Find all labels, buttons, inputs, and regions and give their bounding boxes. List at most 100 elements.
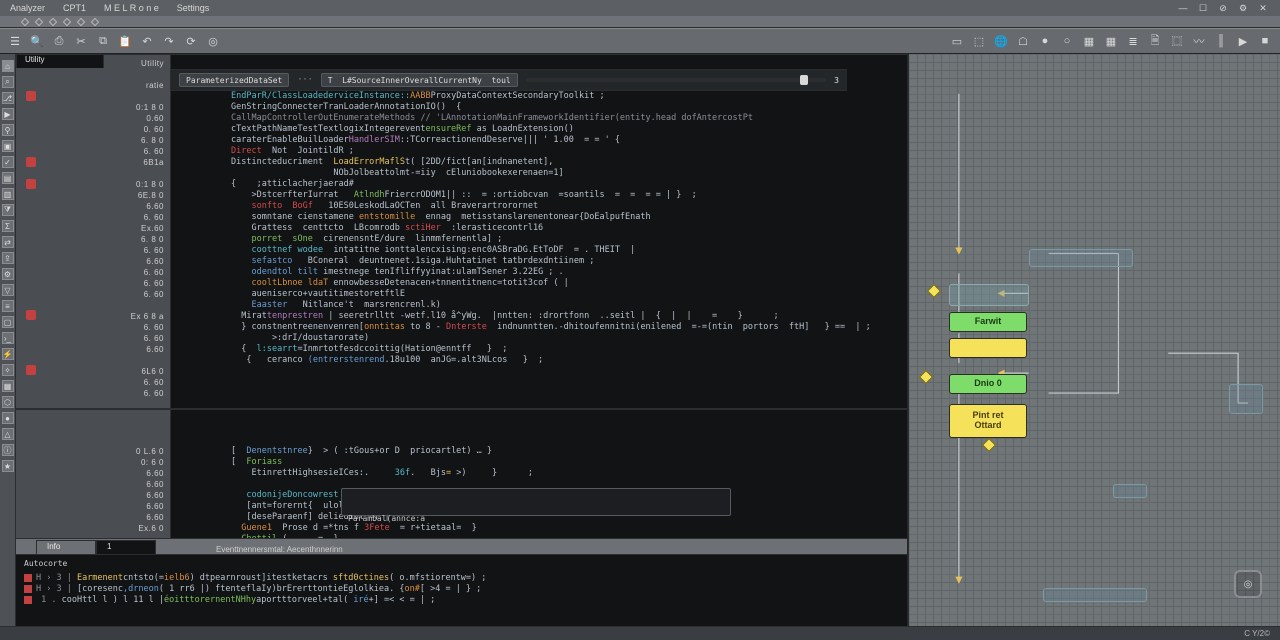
bolt-icon[interactable]: ⚡ (2, 348, 14, 360)
info-icon[interactable]: ⓘ (2, 444, 14, 456)
editor-tab[interactable]: Utility (16, 54, 104, 68)
gutter-mark-icon (26, 354, 36, 364)
warn-icon[interactable]: △ (2, 428, 14, 440)
bell-icon[interactable]: ☖ (1014, 32, 1032, 50)
diff-icon[interactable]: ⇄ (2, 236, 14, 248)
ext-icon[interactable]: ▣ (2, 140, 14, 152)
diagram-node[interactable]: Dnio 0 (949, 374, 1027, 394)
code-area[interactable]: Parambal(annce:a NGlOSE.fr.AflOLJHoerera… (171, 410, 907, 538)
diagram-node[interactable] (949, 338, 1027, 358)
close-icon[interactable]: ✕ (1256, 3, 1270, 13)
columns-icon[interactable]: ║ (1212, 32, 1230, 50)
diagram-canvas[interactable]: Farwit Dnio 0 Pint ret Ottard ◎ (908, 54, 1280, 626)
panel-tab-output[interactable]: 1 (96, 540, 156, 554)
wand-icon[interactable]: ✧ (2, 364, 14, 376)
breadcrumb-bar: ParameterizedDataSet ··· T L#SourceInner… (171, 69, 847, 91)
globe-icon[interactable]: 🌐 (992, 32, 1010, 50)
chart-icon[interactable]: ▥ (2, 188, 14, 200)
target-icon[interactable]: ◎ (204, 32, 222, 50)
rocket-icon[interactable]: ⇪ (2, 252, 14, 264)
list-icon[interactable]: ≡ (2, 300, 14, 312)
record-icon[interactable]: ● (1036, 32, 1054, 50)
redo-icon[interactable]: ↷ (160, 32, 178, 50)
code-area[interactable]: ParameterizedDataSet ··· T L#SourceInner… (171, 55, 907, 408)
branch-icon[interactable]: ⎇ (2, 92, 14, 104)
gutter-mark-icon (26, 476, 36, 485)
hex-icon[interactable]: ⬡ (2, 396, 14, 408)
gutter-mark-icon (26, 508, 36, 517)
gutter-mark-icon (26, 190, 36, 200)
play-icon[interactable]: ▶ (1234, 32, 1252, 50)
star-icon[interactable]: ★ (2, 460, 14, 472)
debug-icon[interactable]: ⚲ (2, 124, 14, 136)
gear-icon[interactable]: ⚙ (2, 268, 14, 280)
line-number: 6. 60 (144, 267, 164, 278)
diagram-node[interactable]: Pint ret Ottard (949, 404, 1027, 438)
title-tab[interactable]: Settings (177, 3, 210, 13)
test-icon[interactable]: ✓ (2, 156, 14, 168)
title-tab[interactable]: CPT1 (63, 3, 86, 13)
line-number: 6. 60 (144, 333, 164, 344)
gear-icon[interactable]: ⚙ (1236, 3, 1250, 13)
run-icon[interactable]: ▶ (2, 108, 14, 120)
diagram-block[interactable] (1113, 484, 1147, 498)
search-icon[interactable]: 🔍 (28, 32, 46, 50)
diagram-node[interactable]: Farwit (949, 312, 1027, 332)
gutter-mark-icon (26, 376, 36, 386)
code-line: [ Denentstnree} > ( :tGous+or D priocart… (231, 446, 901, 457)
db-icon[interactable]: ▤ (2, 172, 14, 184)
layout-icon[interactable]: ⿴ (1168, 32, 1186, 50)
tag-icon[interactable]: ⧩ (2, 204, 14, 216)
output-panel[interactable]: Autocorte H › 3 | Earmenentcntsto(=ielb6… (16, 555, 907, 626)
line-number: 0.60 (146, 113, 164, 124)
layers-icon[interactable]: ≣ (1124, 32, 1142, 50)
folder-icon[interactable]: ▢ (2, 316, 14, 328)
breadcrumb[interactable]: ParameterizedDataSet (179, 73, 289, 87)
sum-icon[interactable]: Σ (2, 220, 14, 232)
refresh-icon[interactable]: ⟳ (182, 32, 200, 50)
grid-icon[interactable]: ▦ (1102, 32, 1120, 50)
gutter-mark-icon (26, 288, 36, 298)
terminal-icon[interactable]: ›_ (2, 332, 14, 344)
code-line: [ Foriass (231, 457, 901, 468)
grid-icon[interactable]: ▦ (1080, 32, 1098, 50)
paste-icon[interactable]: 📋 (116, 32, 134, 50)
code-line: CallMapControllerOutEnumerateMethods // … (231, 113, 901, 124)
dot-icon[interactable]: ● (2, 412, 14, 424)
code-line: caraterEnableBuilLoaderHandlerSIM::TCorr… (231, 135, 901, 146)
diagram-block[interactable] (1029, 249, 1133, 267)
stop-icon[interactable]: ■ (1256, 32, 1274, 50)
title-tab[interactable]: Analyzer (10, 3, 45, 13)
tooltip-line: Parambal(annce:a (348, 513, 724, 524)
grid-icon[interactable]: ▦ (2, 380, 14, 392)
screen-icon[interactable]: ▭ (948, 32, 966, 50)
search-icon[interactable]: ⌕ (2, 76, 14, 88)
output-header: Autocorte (24, 558, 899, 569)
diagram-block[interactable] (1043, 588, 1147, 602)
page-icon[interactable]: 🗎 (1146, 32, 1164, 50)
ruler-tick-icon (21, 17, 29, 25)
dot-icon[interactable]: ○ (1058, 32, 1076, 50)
restore-icon[interactable]: ☐ (1196, 3, 1210, 13)
panel-tab-info[interactable]: Info (36, 540, 96, 554)
title-tab[interactable]: M E L R o n e (104, 3, 159, 13)
pin-icon[interactable]: ⊘ (1216, 3, 1230, 13)
filter-icon[interactable]: ▽ (2, 284, 14, 296)
panel-tabstrip: Eventtnennersmtal: Aecenthnnerinn Info 1 (16, 539, 907, 555)
code-line: Distincteducriment LoadErrorMaflSt( [2DD… (231, 157, 901, 168)
diagram-compass-icon[interactable]: ◎ (1234, 570, 1262, 598)
diagram-block[interactable] (1229, 384, 1263, 414)
zoom-slider[interactable] (526, 78, 826, 82)
cut-icon[interactable]: ✂ (72, 32, 90, 50)
gutter-mark-icon (26, 255, 36, 265)
gutter-mark-icon (26, 310, 36, 320)
minimize-icon[interactable]: — (1176, 3, 1190, 13)
copy-icon[interactable]: ⧉ (94, 32, 112, 50)
undo-icon[interactable]: ↶ (138, 32, 156, 50)
tree-icon[interactable]: ☰ (6, 32, 24, 50)
save-icon[interactable]: ⎙ (50, 32, 68, 50)
cube-icon[interactable]: ⬚ (970, 32, 988, 50)
diagram-node-ghost[interactable] (949, 284, 1029, 306)
files-icon[interactable]: ⌂ (2, 60, 14, 72)
wave-icon[interactable]: 〰 (1190, 32, 1208, 50)
